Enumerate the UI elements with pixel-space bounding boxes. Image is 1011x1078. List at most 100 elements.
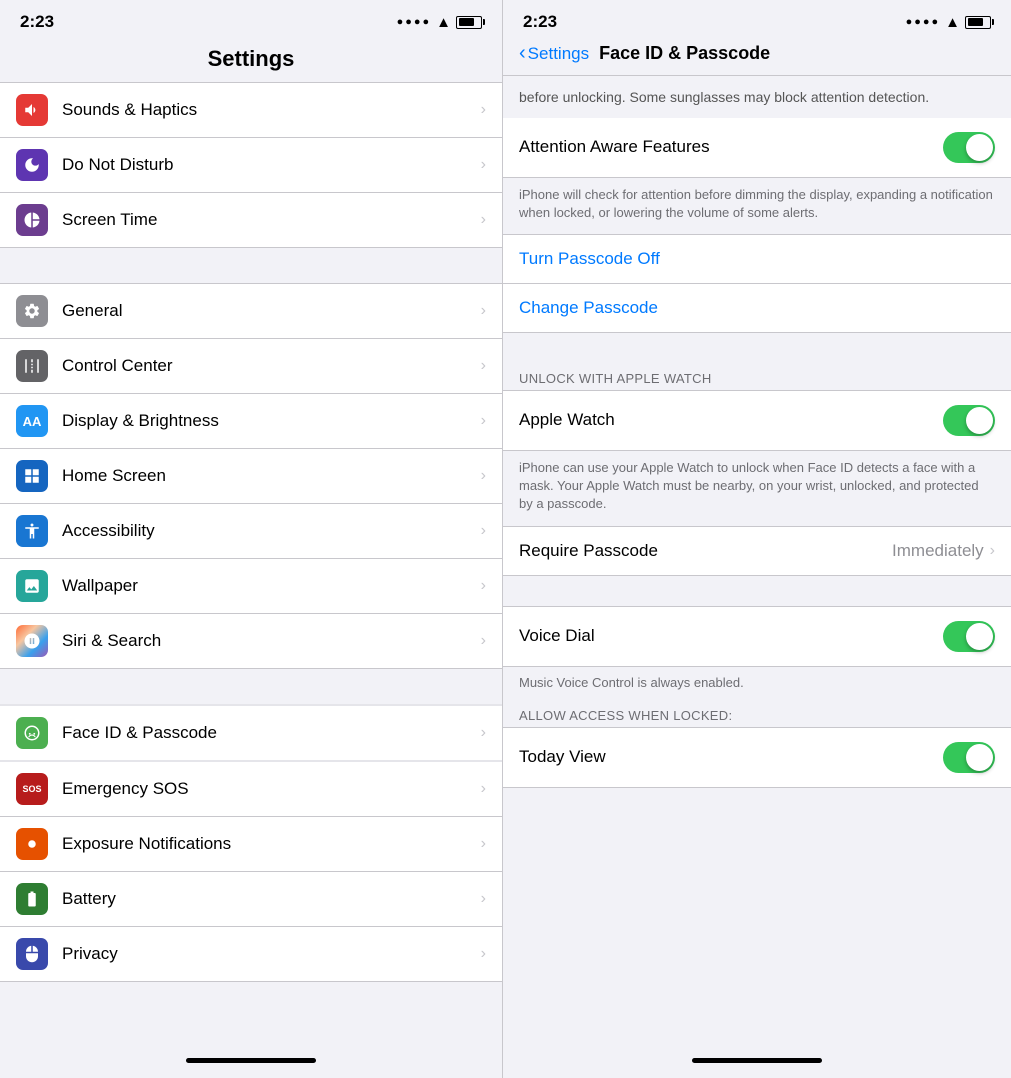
- left-panel: 2:23 ●●●● ▲ Settings Sounds & Haptics ›: [0, 0, 502, 1078]
- sidebar-item-accessibility[interactable]: Accessibility ›: [0, 504, 502, 559]
- screen-time-chevron: ›: [481, 211, 486, 229]
- exposure-chevron: ›: [481, 835, 486, 853]
- require-passcode-label: Require Passcode: [519, 541, 892, 561]
- right-signal-icon: ●●●●: [906, 16, 941, 28]
- sounds-haptics-label: Sounds & Haptics: [62, 100, 481, 120]
- screen-time-label: Screen Time: [62, 210, 481, 230]
- back-button[interactable]: ‹ Settings: [519, 42, 589, 65]
- allow-access-locked-label: ALLOW ACCESS WHEN LOCKED:: [503, 700, 1011, 727]
- apple-watch-toggle[interactable]: [943, 405, 995, 436]
- bottom-spacer: [0, 982, 502, 1022]
- require-passcode-row[interactable]: Require Passcode Immediately ›: [503, 526, 1011, 576]
- sidebar-item-home-screen[interactable]: Home Screen ›: [0, 449, 502, 504]
- settings-group-2: General › Control Center › AA Display & …: [0, 283, 502, 669]
- voice-dial-toggle[interactable]: [943, 621, 995, 652]
- require-passcode-value: Immediately: [892, 541, 984, 561]
- sidebar-item-exposure-notifications[interactable]: Exposure Notifications ›: [0, 817, 502, 872]
- siri-search-icon: [16, 625, 48, 657]
- sidebar-item-siri-search[interactable]: Siri & Search ›: [0, 614, 502, 669]
- screen-time-icon: [16, 204, 48, 236]
- battery-icon: [456, 16, 482, 29]
- right-status-icons: ●●●● ▲: [906, 14, 991, 31]
- sidebar-item-screen-time[interactable]: Screen Time ›: [0, 193, 502, 248]
- top-partial-text: before unlocking. Some sunglasses may bl…: [503, 76, 1011, 118]
- signal-icon: ●●●●: [397, 16, 432, 28]
- wallpaper-label: Wallpaper: [62, 576, 481, 596]
- battery-setting-icon: [16, 883, 48, 915]
- left-status-bar: 2:23 ●●●● ▲: [0, 0, 502, 38]
- attention-aware-row[interactable]: Attention Aware Features: [503, 118, 1011, 178]
- wallpaper-chevron: ›: [481, 577, 486, 595]
- today-view-row[interactable]: Today View: [503, 727, 1011, 788]
- accessibility-label: Accessibility: [62, 521, 481, 541]
- apple-watch-row[interactable]: Apple Watch: [503, 390, 1011, 451]
- sidebar-item-battery[interactable]: Battery ›: [0, 872, 502, 927]
- control-center-icon: [16, 350, 48, 382]
- apple-watch-desc: iPhone can use your Apple Watch to unloc…: [503, 451, 1011, 526]
- divider-2: [0, 669, 502, 704]
- settings-list: Sounds & Haptics › Do Not Disturb › Scre…: [0, 82, 502, 1048]
- change-passcode-button[interactable]: Change Passcode: [503, 284, 1011, 333]
- back-label: Settings: [528, 44, 589, 64]
- accessibility-icon: [16, 515, 48, 547]
- attention-aware-toggle[interactable]: [943, 132, 995, 163]
- sounds-haptics-chevron: ›: [481, 101, 486, 119]
- sidebar-item-wallpaper[interactable]: Wallpaper ›: [0, 559, 502, 614]
- attention-aware-label: Attention Aware Features: [519, 137, 943, 157]
- voice-dial-knob: [966, 623, 993, 650]
- wifi-icon: ▲: [436, 14, 451, 31]
- right-content: before unlocking. Some sunglasses may bl…: [503, 76, 1011, 1048]
- home-screen-icon: [16, 460, 48, 492]
- sidebar-item-do-not-disturb[interactable]: Do Not Disturb ›: [0, 138, 502, 193]
- voice-dial-desc: Music Voice Control is always enabled.: [503, 667, 1011, 700]
- sidebar-item-display-brightness[interactable]: AA Display & Brightness ›: [0, 394, 502, 449]
- left-time: 2:23: [20, 12, 54, 32]
- right-battery-icon: [965, 16, 991, 29]
- attention-aware-knob: [966, 134, 993, 161]
- require-passcode-chevron: ›: [990, 542, 995, 560]
- sidebar-item-sounds-haptics[interactable]: Sounds & Haptics ›: [0, 82, 502, 138]
- today-view-toggle[interactable]: [943, 742, 995, 773]
- left-page-title: Settings: [0, 38, 502, 82]
- sidebar-item-control-center[interactable]: Control Center ›: [0, 339, 502, 394]
- voice-dial-row[interactable]: Voice Dial: [503, 606, 1011, 667]
- face-id-chevron: ›: [481, 724, 486, 742]
- home-screen-chevron: ›: [481, 467, 486, 485]
- today-view-label: Today View: [519, 747, 943, 767]
- sidebar-item-face-id-passcode[interactable]: Face ID & Passcode ›: [0, 704, 502, 762]
- do-not-disturb-icon: [16, 149, 48, 181]
- face-id-icon: [16, 717, 48, 749]
- gap-2: [503, 576, 1011, 606]
- right-wifi-icon: ▲: [945, 14, 960, 31]
- battery-label: Battery: [62, 889, 481, 909]
- privacy-icon: [16, 938, 48, 970]
- sidebar-item-emergency-sos[interactable]: SOS Emergency SOS ›: [0, 762, 502, 817]
- sidebar-item-privacy[interactable]: Privacy ›: [0, 927, 502, 982]
- turn-passcode-off-button[interactable]: Turn Passcode Off: [503, 234, 1011, 284]
- general-label: General: [62, 301, 481, 321]
- display-brightness-icon: AA: [16, 405, 48, 437]
- bottom-spacer-right: [503, 788, 1011, 838]
- emergency-sos-chevron: ›: [481, 780, 486, 798]
- do-not-disturb-chevron: ›: [481, 156, 486, 174]
- sounds-haptics-icon: [16, 94, 48, 126]
- battery-chevron: ›: [481, 890, 486, 908]
- apple-watch-label: Apple Watch: [519, 410, 943, 430]
- right-page-title: Face ID & Passcode: [599, 43, 770, 64]
- wallpaper-icon: [16, 570, 48, 602]
- control-center-chevron: ›: [481, 357, 486, 375]
- sidebar-item-general[interactable]: General ›: [0, 283, 502, 339]
- settings-group-3: Face ID & Passcode › SOS Emergency SOS ›…: [0, 704, 502, 982]
- right-time: 2:23: [523, 12, 557, 32]
- home-screen-label: Home Screen: [62, 466, 481, 486]
- right-battery-fill: [968, 18, 984, 26]
- right-status-bar: 2:23 ●●●● ▲: [503, 0, 1011, 38]
- privacy-chevron: ›: [481, 945, 486, 963]
- right-home-bar: [503, 1048, 1011, 1078]
- emergency-sos-label: Emergency SOS: [62, 779, 481, 799]
- privacy-label: Privacy: [62, 944, 481, 964]
- emergency-sos-icon: SOS: [16, 773, 48, 805]
- right-home-bar-line: [692, 1058, 822, 1063]
- general-icon: [16, 295, 48, 327]
- exposure-icon: [16, 828, 48, 860]
